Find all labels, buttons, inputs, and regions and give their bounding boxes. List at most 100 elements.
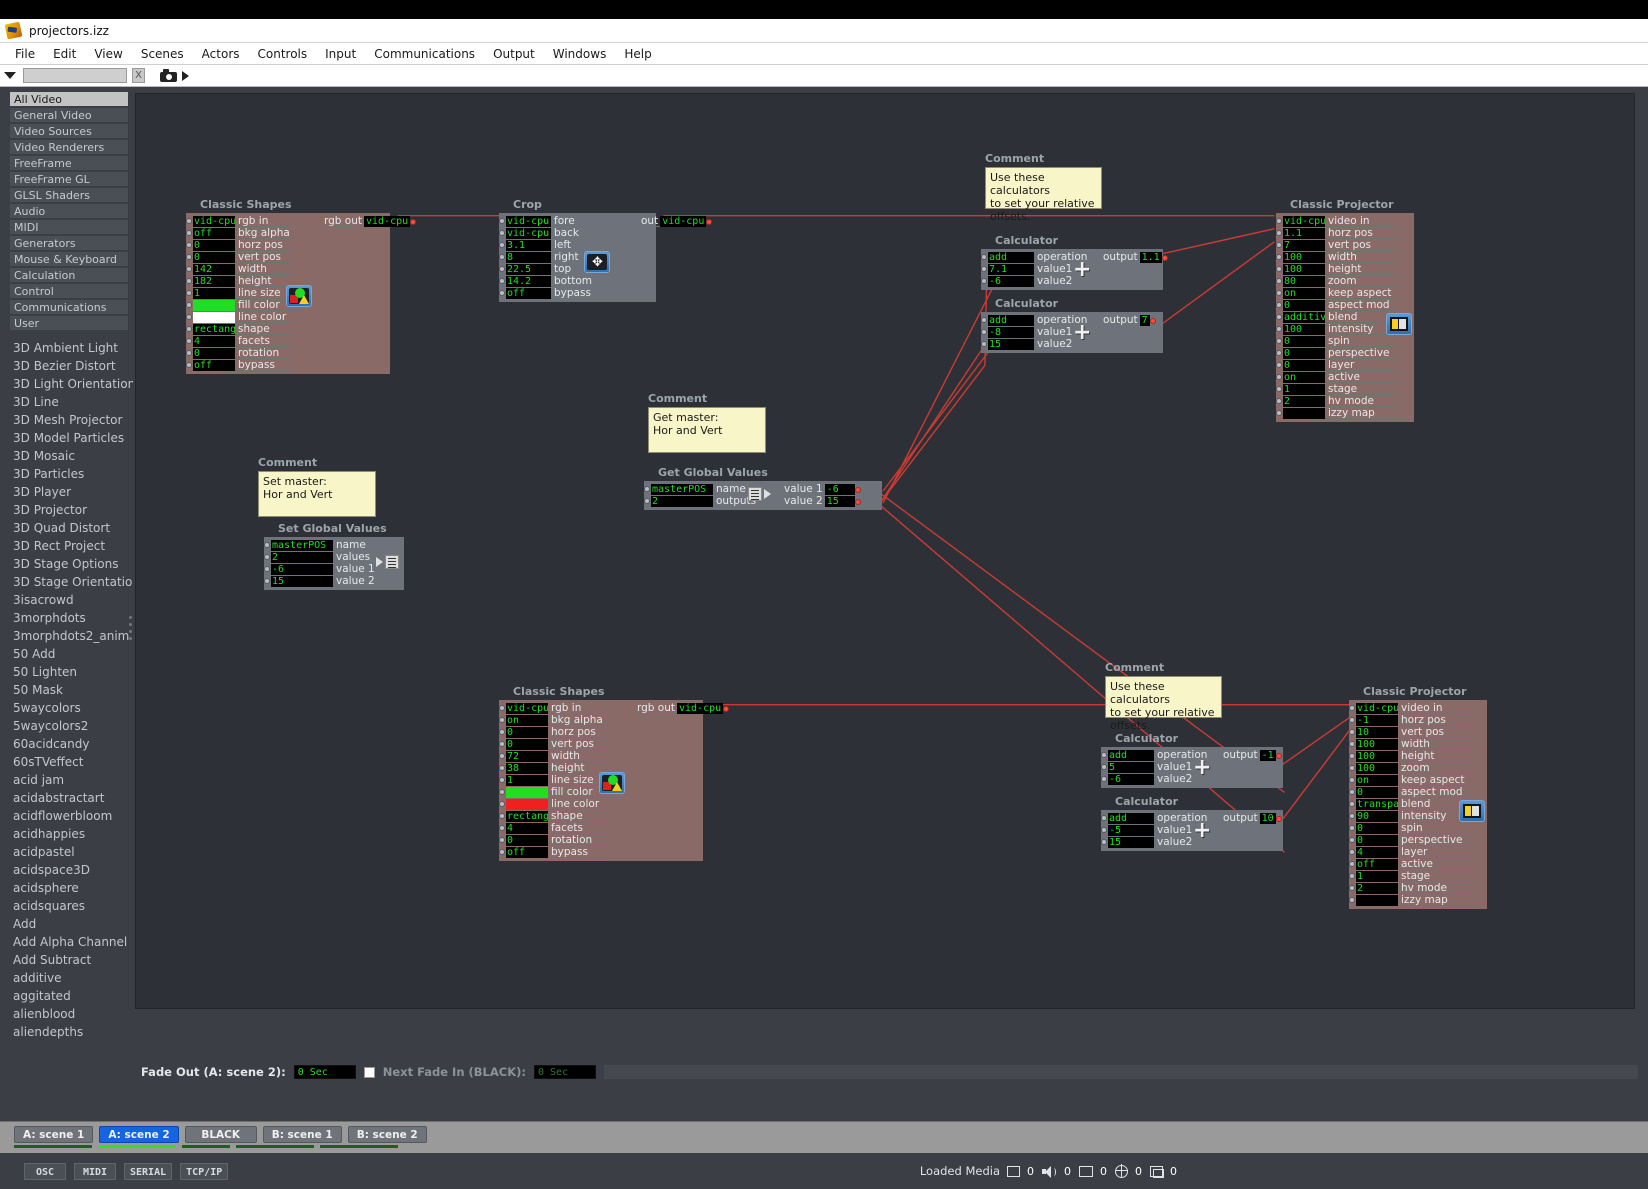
node-input-row[interactable]: -1 horz pos	[1349, 714, 1487, 726]
input-port[interactable]	[1276, 314, 1282, 320]
node-input-row[interactable]: vid-cpu video in	[1349, 702, 1487, 714]
menu-scenes[interactable]: Scenes	[132, 45, 193, 63]
input-value[interactable]: 0	[1283, 299, 1325, 311]
input-port[interactable]	[499, 230, 505, 236]
input-value[interactable]: 2	[1356, 882, 1398, 894]
input-value[interactable]: 0	[193, 251, 235, 263]
input-value[interactable]: off	[506, 846, 548, 858]
input-port[interactable]	[1349, 897, 1355, 903]
input-value[interactable]: 90	[1356, 810, 1398, 822]
input-value[interactable]: 0	[1356, 786, 1398, 798]
input-value[interactable]: -5	[1108, 824, 1154, 836]
input-port[interactable]	[1276, 230, 1282, 236]
actor-item[interactable]: 3isacrowd	[0, 591, 133, 609]
actor-item[interactable]: Add Subtract	[0, 951, 133, 969]
input-port[interactable]	[1349, 789, 1355, 795]
node-input-row[interactable]: 10 vert pos	[1349, 726, 1487, 738]
menu-file[interactable]: File	[6, 45, 44, 63]
input-value[interactable]: vid-cpu	[506, 215, 551, 227]
actor-item[interactable]: 3D Ambient Light	[0, 339, 133, 357]
get-global-outputs[interactable]: value 1 -6 value 2 15	[782, 484, 861, 507]
input-value[interactable]: 4	[193, 335, 235, 347]
category-item-audio[interactable]: Audio	[10, 204, 128, 219]
input-port[interactable]	[1276, 242, 1282, 248]
node-body[interactable]: vid-cpu rgb in off bkg alpha 0 horz pos 0 vert …	[186, 213, 390, 374]
category-item-control[interactable]: Control	[10, 284, 128, 299]
node-body[interactable]: masterPOS name 2 values -6 value 1 15 value 2	[264, 537, 404, 590]
input-port[interactable]	[1349, 777, 1355, 783]
input-port[interactable]	[186, 314, 192, 320]
input-port[interactable]	[1349, 717, 1355, 723]
comment-calculators-bottom[interactable]: Comment Use these calculators to set you…	[1105, 661, 1222, 732]
node-input-row[interactable]: 80 zoom	[1276, 275, 1414, 287]
input-value[interactable]: masterPOS	[271, 539, 333, 551]
actor-item[interactable]: 3D Mosaic	[0, 447, 133, 465]
actor-item[interactable]: acidhappies	[0, 825, 133, 843]
node-input-row[interactable]: 4 facets	[499, 822, 703, 834]
input-port[interactable]	[1349, 765, 1355, 771]
input-port[interactable]	[1276, 362, 1282, 368]
fade-out-value[interactable]: 0 Sec	[293, 1065, 356, 1079]
input-value[interactable]: transpa	[1356, 798, 1398, 810]
node-classic-shapes-top[interactable]: Classic Shapes vid-cpu rgb in off bkg alpha…	[186, 198, 417, 374]
input-port[interactable]	[1101, 827, 1107, 833]
input-port[interactable]	[1276, 266, 1282, 272]
input-port[interactable]	[1101, 764, 1107, 770]
input-port[interactable]	[1276, 278, 1282, 284]
actor-item[interactable]: 60sTVeffect	[0, 753, 133, 771]
input-value[interactable]: 1	[1356, 870, 1398, 882]
node-input-row[interactable]: izzy map	[1276, 407, 1414, 419]
input-value[interactable]: on	[1283, 371, 1325, 383]
input-port[interactable]	[499, 753, 505, 759]
camera-icon[interactable]	[160, 69, 177, 82]
node-input-row[interactable]: 4 facets	[186, 335, 390, 347]
node-input-row[interactable]: 5 value1	[1101, 761, 1283, 773]
input-value[interactable]: on	[1356, 774, 1398, 786]
input-port[interactable]	[186, 338, 192, 344]
actor-item[interactable]: acidsphere	[0, 879, 133, 897]
input-port[interactable]	[1349, 885, 1355, 891]
node-input-row[interactable]: masterPOS name	[264, 539, 404, 551]
menu-view[interactable]: View	[85, 45, 131, 63]
input-port[interactable]	[1276, 290, 1282, 296]
category-item-glsl-shaders[interactable]: GLSL Shaders	[10, 188, 128, 203]
node-input-row[interactable]: 0 layer	[1276, 359, 1414, 371]
input-value[interactable]: 100	[1356, 750, 1398, 762]
node-input-row[interactable]: 8 right	[499, 251, 656, 263]
category-item-midi[interactable]: MIDI	[10, 220, 128, 235]
input-value[interactable]: 0	[1356, 834, 1398, 846]
node-input-row[interactable]: on active	[1276, 371, 1414, 383]
node-body[interactable]: vid-cpu video in 1.1 horz pos 7 vert pos 100 wi…	[1276, 213, 1414, 422]
node-input-row[interactable]: 7.1 value1	[981, 263, 1163, 275]
input-value[interactable]: 4	[1356, 846, 1398, 858]
input-value[interactable]: -8	[988, 326, 1034, 338]
node-calculator-2[interactable]: Calculator add operation -8 value1 15 value2 …	[981, 297, 1163, 353]
actor-item[interactable]: Add Alpha Channel	[0, 933, 133, 951]
node-input-row[interactable]: 22.5 top	[499, 263, 656, 275]
comment-set-master[interactable]: Comment Set master: Hor and Vert	[258, 456, 376, 517]
category-item-video-renderers[interactable]: Video Renderers	[10, 140, 128, 155]
input-value[interactable]: 0	[1283, 335, 1325, 347]
node-get-global-values[interactable]: Get Global Values masterPOS name 2 outputs …	[644, 466, 882, 510]
actor-item[interactable]: 50 Mask	[0, 681, 133, 699]
input-port[interactable]	[1101, 839, 1107, 845]
scene-tab[interactable]: B: scene 1	[262, 1126, 342, 1143]
input-port[interactable]	[264, 542, 270, 548]
node-input-row[interactable]: -8 value1	[981, 326, 1163, 338]
node-input-row[interactable]: 2 hv mode	[1276, 395, 1414, 407]
node-body[interactable]: vid-cpu video in -1 horz pos 10 vert pos 100 wi…	[1349, 700, 1487, 909]
node-input-row[interactable]: -6 value2	[1101, 773, 1283, 785]
input-value[interactable]: 8	[506, 251, 551, 263]
input-port[interactable]	[186, 362, 192, 368]
node-body[interactable]: vid-cpu rgb in on bkg alpha 0 horz pos 0 vert p…	[499, 700, 703, 861]
output-port[interactable]	[1149, 317, 1156, 324]
input-port[interactable]	[499, 825, 505, 831]
input-value[interactable]: 5	[1108, 761, 1154, 773]
node-input-row[interactable]: -6 value2	[981, 275, 1163, 287]
input-port[interactable]	[186, 278, 192, 284]
input-value[interactable]: 1	[506, 774, 548, 786]
actor-item[interactable]: 3D Player	[0, 483, 133, 501]
output-port[interactable]	[723, 705, 730, 712]
actor-item[interactable]: 5waycolors2	[0, 717, 133, 735]
input-value[interactable]: 2	[1283, 395, 1325, 407]
